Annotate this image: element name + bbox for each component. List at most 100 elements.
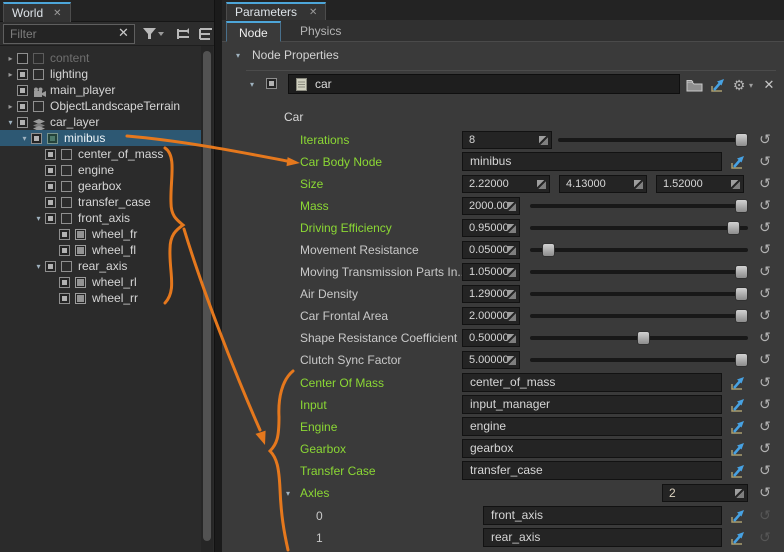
reset-icon[interactable]: ↺ — [756, 417, 774, 437]
clutch-sync-spinbox[interactable]: 5.00000 — [462, 351, 520, 369]
drag-handle-icon[interactable] — [735, 489, 744, 498]
node-properties-header[interactable]: ▾ Node Properties — [236, 48, 339, 62]
drag-handle-icon[interactable] — [507, 312, 516, 321]
visibility-checkbox[interactable] — [59, 293, 70, 304]
collapse-hierarchy-icon[interactable] — [198, 26, 214, 42]
reset-icon[interactable]: ↺ — [756, 240, 774, 260]
assign-node-icon[interactable] — [728, 152, 748, 172]
drag-handle-icon[interactable] — [507, 224, 516, 233]
air-density-spinbox[interactable]: 1.29000 — [462, 285, 520, 303]
reset-icon[interactable]: ↺ — [756, 483, 774, 503]
tree-item[interactable]: ▸ lighting — [0, 66, 201, 82]
size-y-spinbox[interactable]: 4.13000 — [559, 175, 647, 193]
clutch-sync-slider[interactable] — [530, 350, 748, 370]
tree-item[interactable]: transfer_case — [0, 194, 201, 210]
gear-dropdown-caret-icon[interactable]: ▾ — [745, 75, 757, 95]
size-x-spinbox[interactable]: 2.22000 — [462, 175, 550, 193]
collapse-icon[interactable]: ▾ — [286, 489, 290, 498]
reset-icon[interactable]: ↺ — [756, 350, 774, 370]
slider-handle[interactable] — [735, 353, 748, 367]
tree-item[interactable]: ▸ ObjectLandscapeTerrain — [0, 98, 201, 114]
close-icon[interactable]: ✕ — [53, 5, 61, 22]
reset-icon[interactable]: ↺ — [756, 373, 774, 393]
input-field[interactable]: input_manager — [462, 395, 722, 414]
visibility-checkbox[interactable] — [45, 213, 56, 224]
visibility-checkbox[interactable] — [45, 181, 56, 192]
tree-item[interactable]: center_of_mass — [0, 146, 201, 162]
slider-handle[interactable] — [727, 221, 740, 235]
mass-slider[interactable] — [530, 196, 748, 216]
filter-funnel-icon[interactable] — [142, 26, 164, 42]
visibility-checkbox[interactable] — [59, 245, 70, 256]
visibility-checkbox[interactable] — [45, 149, 56, 160]
reset-icon[interactable]: ↺ — [756, 196, 774, 216]
drag-handle-icon[interactable] — [507, 202, 516, 211]
driving-efficiency-spinbox[interactable]: 0.95000 — [462, 219, 520, 237]
visibility-checkbox[interactable] — [17, 101, 28, 112]
expand-icon[interactable]: ▾ — [32, 262, 45, 271]
close-node-icon[interactable]: ✕ — [759, 75, 779, 95]
moving-transmission-spinbox[interactable]: 1.05000 — [462, 263, 520, 281]
assign-node-icon[interactable] — [728, 373, 748, 393]
slider-handle[interactable] — [542, 243, 555, 257]
drag-handle-icon[interactable] — [507, 334, 516, 343]
reset-icon[interactable]: ↺ — [756, 306, 774, 326]
slider-handle[interactable] — [735, 133, 748, 147]
assign-node-icon[interactable] — [728, 417, 748, 437]
node-enabled-checkbox[interactable] — [266, 78, 277, 89]
visibility-checkbox[interactable] — [17, 53, 28, 64]
tree-item[interactable]: ▾ front_axis — [0, 210, 201, 226]
tree-item[interactable]: wheel_fr — [0, 226, 201, 242]
visibility-checkbox[interactable] — [31, 133, 42, 144]
expand-icon[interactable]: ▸ — [4, 102, 17, 111]
tree-item[interactable]: ▾ rear_axis — [0, 258, 201, 274]
iterations-slider[interactable] — [558, 130, 748, 150]
transfer-case-field[interactable]: transfer_case — [462, 461, 722, 480]
center-of-mass-field[interactable]: center_of_mass — [462, 373, 722, 392]
tab-node[interactable]: Node — [226, 21, 281, 42]
reset-icon[interactable]: ↺ — [756, 174, 774, 194]
iterations-spinbox[interactable]: 8 — [462, 131, 552, 149]
moving-transmission-slider[interactable] — [530, 262, 748, 282]
drag-handle-icon[interactable] — [507, 246, 516, 255]
reset-icon[interactable]: ↺ — [756, 395, 774, 415]
reset-icon[interactable]: ↺ — [756, 284, 774, 304]
expand-icon[interactable]: ▸ — [4, 70, 17, 79]
reset-icon[interactable]: ↺ — [756, 461, 774, 481]
reset-icon[interactable]: ↺ — [756, 506, 774, 526]
tree-item[interactable]: main_player — [0, 82, 201, 98]
visibility-checkbox[interactable] — [59, 229, 70, 240]
car-frontal-area-spinbox[interactable]: 2.00000 — [462, 307, 520, 325]
expand-hierarchy-icon[interactable] — [176, 26, 192, 42]
visibility-checkbox[interactable] — [45, 165, 56, 176]
drag-handle-icon[interactable] — [507, 268, 516, 277]
reset-icon[interactable]: ↺ — [756, 130, 774, 150]
drag-handle-icon[interactable] — [731, 180, 740, 189]
assign-node-icon[interactable] — [728, 461, 748, 481]
drag-handle-icon[interactable] — [507, 356, 516, 365]
reset-icon[interactable]: ↺ — [756, 152, 774, 172]
expand-icon[interactable]: ▾ — [18, 134, 31, 143]
drag-handle-icon[interactable] — [634, 180, 643, 189]
movement-resistance-slider[interactable] — [530, 240, 748, 260]
drag-handle-icon[interactable] — [539, 136, 548, 145]
visibility-checkbox[interactable] — [17, 85, 28, 96]
slider-handle[interactable] — [735, 199, 748, 213]
scrollbar-thumb[interactable] — [203, 51, 211, 541]
slider-handle[interactable] — [735, 309, 748, 323]
expand-icon[interactable]: ▸ — [4, 54, 17, 63]
expand-icon[interactable]: ▾ — [4, 118, 17, 127]
engine-field[interactable]: engine — [462, 417, 722, 436]
reset-icon[interactable]: ↺ — [756, 528, 774, 548]
tab-parameters[interactable]: Parameters ✕ — [226, 2, 326, 20]
slider-handle[interactable] — [735, 265, 748, 279]
tree-item-selected[interactable]: ▾ minibus — [0, 130, 201, 146]
assign-node-icon[interactable] — [728, 439, 748, 459]
folder-icon[interactable] — [684, 75, 704, 95]
car-body-node-field[interactable]: minibus — [462, 152, 722, 171]
shape-resistance-slider[interactable] — [530, 328, 748, 348]
tree-item[interactable]: ▾ car_layer — [0, 114, 201, 130]
assign-node-icon[interactable] — [728, 395, 748, 415]
visibility-checkbox[interactable] — [45, 261, 56, 272]
tree-item[interactable]: engine — [0, 162, 201, 178]
